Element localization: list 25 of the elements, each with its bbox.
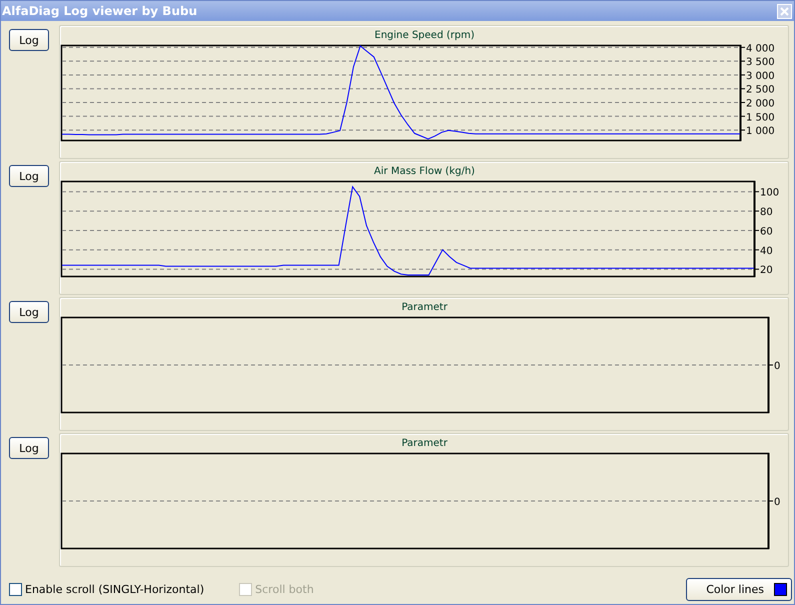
axis-label: 0 (774, 497, 780, 508)
log-button[interactable]: Log (9, 165, 49, 187)
chart-title: Parametr (402, 302, 448, 313)
axis-label: 80 (760, 207, 773, 218)
window-title: AlfaDiag Log viewer by Bubu (2, 4, 198, 18)
axis-label: 20 (760, 265, 773, 276)
log-button[interactable]: Log (9, 437, 49, 459)
axis-label: 60 (760, 226, 773, 238)
log-button[interactable]: Log (9, 29, 49, 51)
axis-label: 100 (760, 188, 780, 199)
color-lines-button[interactable]: Color lines (686, 578, 792, 600)
axis-label: 4 000 (746, 43, 775, 54)
log-button[interactable]: Log (9, 301, 49, 323)
axis-label: 2 000 (746, 98, 775, 110)
chart-title: Parametr (402, 438, 448, 449)
axis-label: 1 000 (746, 126, 775, 138)
axis-label: 0 (774, 361, 780, 372)
axis-label: 3 000 (746, 70, 775, 82)
axis-label: 2 500 (746, 84, 775, 96)
checkbox-option[interactable]: Enable scroll (SINGLY-Horizontal) (9, 582, 204, 596)
axis-label: 40 (760, 246, 773, 257)
axis-label: 1 500 (746, 112, 775, 124)
axis-label: 3 500 (746, 57, 775, 68)
chart-title: Engine Speed (rpm) (374, 30, 474, 41)
chart-title: Air Mass Flow (kg/h) (374, 166, 475, 177)
